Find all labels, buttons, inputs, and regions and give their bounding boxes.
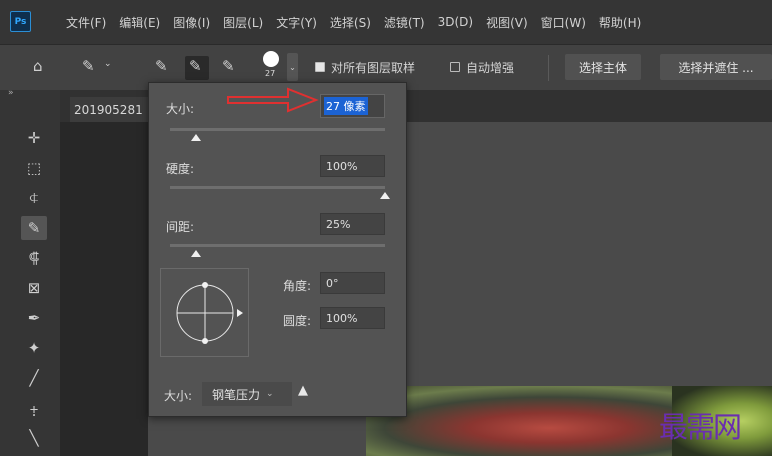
options-divider bbox=[548, 55, 549, 81]
brush-size-preview: 27 bbox=[265, 69, 276, 78]
menu-edit[interactable]: 编辑(E) bbox=[119, 14, 160, 31]
tools-panel: » ✛ ⬚ ⍧ ✎ ⸿ ⊠ ✒ ✦ ╱ ⨥ ╲ bbox=[0, 88, 60, 456]
brush-tool-icon[interactable]: ╱ bbox=[21, 366, 47, 390]
auto-enhance-label: 自动增强 bbox=[466, 61, 515, 75]
red-arrow-annotation bbox=[227, 87, 319, 113]
menu-items: 文件(F) 编辑(E) 图像(I) 图层(L) 文字(Y) 选择(S) 滤镜(T… bbox=[66, 0, 654, 44]
size-label: 大小: bbox=[166, 102, 195, 116]
eyedropper-tool-icon[interactable]: ✒ bbox=[21, 306, 47, 330]
sample-all-layers-label: 对所有图层取样 bbox=[331, 61, 416, 75]
pen-pressure-select[interactable]: 钢笔压力 ⌄ bbox=[202, 382, 292, 406]
home-icon[interactable]: ⌂ bbox=[33, 57, 43, 75]
move-tool-icon[interactable]: ✛ bbox=[21, 126, 47, 150]
watermark-text: 最需网 bbox=[659, 410, 742, 444]
brush-tip-diagram bbox=[176, 282, 243, 344]
select-subject-button[interactable]: 选择主体 bbox=[565, 54, 641, 80]
pen-pressure-label: 大小: bbox=[164, 389, 193, 403]
menu-image[interactable]: 图像(I) bbox=[173, 14, 210, 31]
quick-selection-preset-icon[interactable]: ✎ bbox=[82, 57, 95, 75]
clone-stamp-tool-icon[interactable]: ⨥ bbox=[21, 396, 47, 420]
roundness-input[interactable]: 100% bbox=[320, 307, 385, 329]
select-and-mask-button[interactable]: 选择并遮住 ... bbox=[660, 54, 772, 80]
hardness-label: 硬度: bbox=[166, 162, 195, 176]
menu-window[interactable]: 窗口(W) bbox=[541, 14, 586, 31]
menu-view[interactable]: 视图(V) bbox=[486, 14, 528, 31]
hardness-input[interactable]: 100% bbox=[320, 155, 385, 177]
history-brush-tool-icon[interactable]: ╲ bbox=[21, 426, 47, 450]
size-slider-thumb[interactable] bbox=[190, 134, 201, 141]
menu-type[interactable]: 文字(Y) bbox=[276, 14, 317, 31]
add-to-selection-icon[interactable]: ✎ bbox=[189, 57, 202, 75]
angle-label: 角度: bbox=[283, 279, 312, 293]
brush-settings-panel bbox=[148, 82, 407, 417]
pen-pressure-value: 钢笔压力 bbox=[212, 387, 261, 402]
menu-layer[interactable]: 图层(L) bbox=[223, 14, 263, 31]
chevron-down-icon[interactable]: ⌄ bbox=[104, 59, 112, 69]
brush-picker-dropdown[interactable]: ⌄ bbox=[287, 53, 298, 81]
brush-preview-icon[interactable] bbox=[263, 51, 279, 67]
menu-file[interactable]: 文件(F) bbox=[66, 14, 106, 31]
document-tab[interactable]: 201905281 bbox=[70, 97, 148, 122]
chevron-down-icon: ⌄ bbox=[266, 389, 274, 399]
frame-tool-icon[interactable]: ⊠ bbox=[21, 276, 47, 300]
quick-selection-tool-icon[interactable]: ✎ bbox=[21, 216, 47, 240]
lasso-tool-icon[interactable]: ⍧ bbox=[21, 186, 47, 210]
size-slider-track[interactable] bbox=[170, 128, 385, 131]
chevron-down-icon: ⌄ bbox=[289, 62, 296, 72]
spacing-label: 间距: bbox=[166, 220, 195, 234]
spacing-input[interactable]: 25% bbox=[320, 213, 385, 235]
crop-tool-icon[interactable]: ⸿ bbox=[21, 246, 47, 270]
spacing-slider-track[interactable] bbox=[170, 244, 385, 247]
roundness-label: 圆度: bbox=[283, 314, 312, 328]
size-input-value: 27 像素 bbox=[324, 97, 368, 115]
hardness-slider-thumb[interactable] bbox=[380, 192, 390, 199]
collapse-toolbar-icon[interactable]: » bbox=[8, 88, 14, 98]
healing-brush-tool-icon[interactable]: ✦ bbox=[21, 336, 47, 360]
spacing-slider-thumb[interactable] bbox=[190, 250, 201, 257]
menu-select[interactable]: 选择(S) bbox=[330, 14, 371, 31]
angle-input[interactable]: 0° bbox=[320, 272, 385, 294]
warning-icon: ▲ bbox=[298, 383, 308, 398]
sample-all-layers-checkbox[interactable] bbox=[315, 62, 325, 72]
new-selection-icon[interactable]: ✎ bbox=[155, 57, 168, 75]
hardness-slider-track[interactable] bbox=[170, 186, 385, 189]
menu-help[interactable]: 帮助(H) bbox=[599, 14, 641, 31]
menu-filter[interactable]: 滤镜(T) bbox=[384, 14, 425, 31]
marquee-tool-icon[interactable]: ⬚ bbox=[21, 156, 47, 180]
menu-bar: Ps 文件(F) 编辑(E) 图像(I) 图层(L) 文字(Y) 选择(S) 滤… bbox=[0, 0, 772, 44]
auto-enhance-checkbox[interactable] bbox=[450, 62, 460, 72]
photoshop-logo[interactable]: Ps bbox=[10, 11, 31, 32]
size-input[interactable]: 27 像素 bbox=[320, 94, 385, 118]
menu-3d[interactable]: 3D(D) bbox=[438, 15, 473, 29]
subtract-from-selection-icon[interactable]: ✎ bbox=[222, 57, 235, 75]
angle-roundness-widget[interactable] bbox=[160, 268, 249, 357]
